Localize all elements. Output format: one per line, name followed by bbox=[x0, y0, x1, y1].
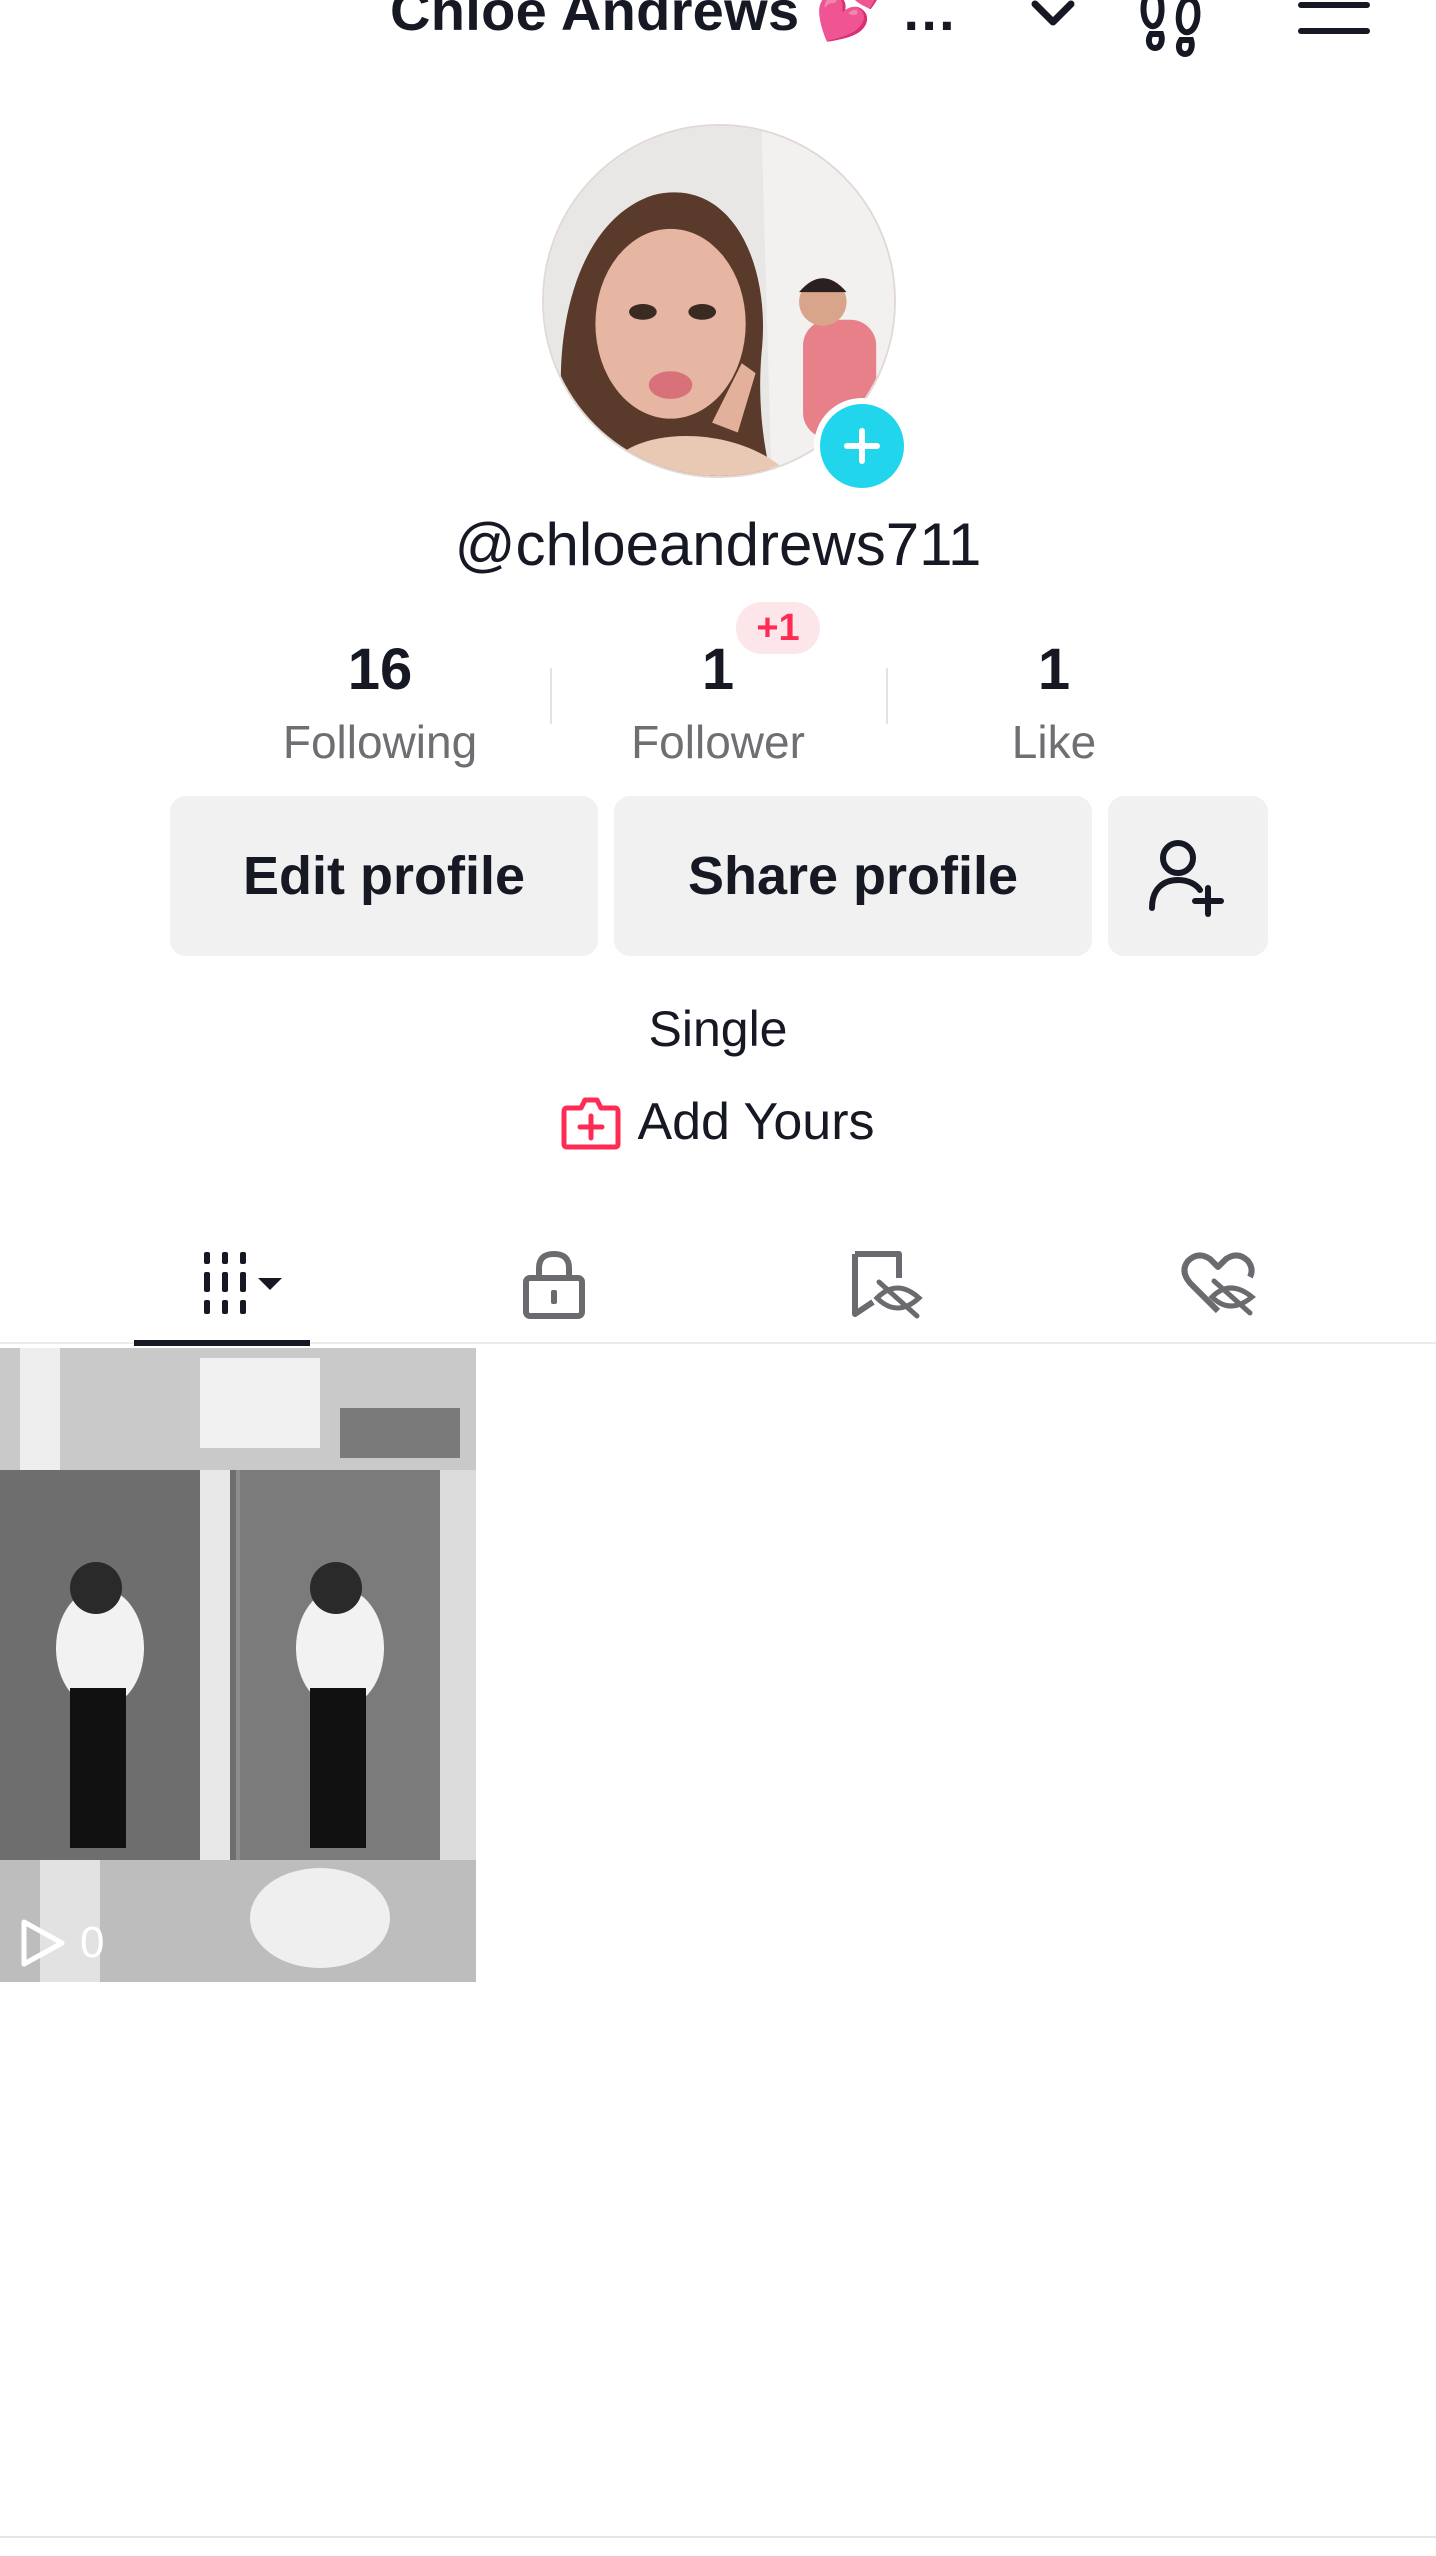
stat-divider bbox=[886, 668, 888, 724]
lock-icon bbox=[523, 1250, 585, 1319]
liked-hidden-icon bbox=[1181, 1252, 1256, 1316]
add-yours-label: Add Yours bbox=[637, 1093, 875, 1151]
edit-profile-button[interactable]: Edit profile bbox=[170, 796, 598, 956]
tab-private[interactable] bbox=[484, 1224, 624, 1344]
stat-following[interactable]: 16 Following bbox=[250, 630, 510, 772]
add-avatar-button[interactable] bbox=[814, 398, 910, 494]
chevron-down-icon[interactable] bbox=[1025, 0, 1081, 38]
bottom-divider bbox=[0, 2536, 1436, 2538]
likes-label: Like bbox=[1011, 716, 1097, 768]
followers-label: Follower bbox=[631, 716, 805, 768]
video-thumbnail[interactable]: 0 bbox=[0, 1348, 476, 1982]
active-tab-indicator bbox=[134, 1340, 310, 1346]
add-yours-link[interactable]: Add Yours bbox=[0, 1092, 1436, 1152]
play-icon bbox=[21, 1919, 65, 1967]
tab-videos[interactable] bbox=[134, 1224, 310, 1346]
stat-followers[interactable]: 1 Follower bbox=[588, 630, 848, 772]
username: @chloeandrews711 bbox=[454, 511, 982, 578]
stat-likes[interactable]: 1 Like bbox=[924, 630, 1184, 772]
stats-row: 16 Following 1 Follower 1 Like bbox=[0, 630, 1436, 770]
add-friends-button[interactable] bbox=[1108, 796, 1268, 956]
repost-hidden-icon bbox=[852, 1251, 923, 1319]
share-profile-button[interactable]: Share profile bbox=[614, 796, 1092, 956]
tab-liked[interactable] bbox=[1148, 1224, 1288, 1344]
footprints-icon[interactable] bbox=[1133, 0, 1209, 58]
add-user-icon bbox=[1149, 840, 1224, 917]
tab-reposts[interactable] bbox=[816, 1224, 956, 1344]
top-bar: Chloe Andrews 💕 … bbox=[0, 0, 1436, 70]
content-tabs bbox=[0, 1224, 1436, 1346]
stat-divider bbox=[550, 668, 552, 724]
following-label: Following bbox=[282, 716, 478, 768]
add-yours-icon bbox=[561, 1097, 621, 1150]
likes-count: 1 bbox=[1037, 637, 1071, 702]
video-views: 0 bbox=[18, 1918, 104, 1968]
profile-bio: Single bbox=[648, 1001, 788, 1057]
followers-count: 1 bbox=[701, 637, 735, 702]
following-count: 16 bbox=[347, 637, 413, 702]
grid-icon bbox=[204, 1252, 282, 1314]
menu-icon[interactable] bbox=[1296, 0, 1372, 48]
profile-name-title[interactable]: Chloe Andrews 💕 … bbox=[390, 0, 957, 44]
profile-page: Chloe Andrews 💕 … @chloeandrews711 +1 16… bbox=[0, 0, 1436, 2556]
video-view-count: 0 bbox=[80, 1918, 105, 1967]
video-thumbnail-image bbox=[0, 1348, 476, 1982]
